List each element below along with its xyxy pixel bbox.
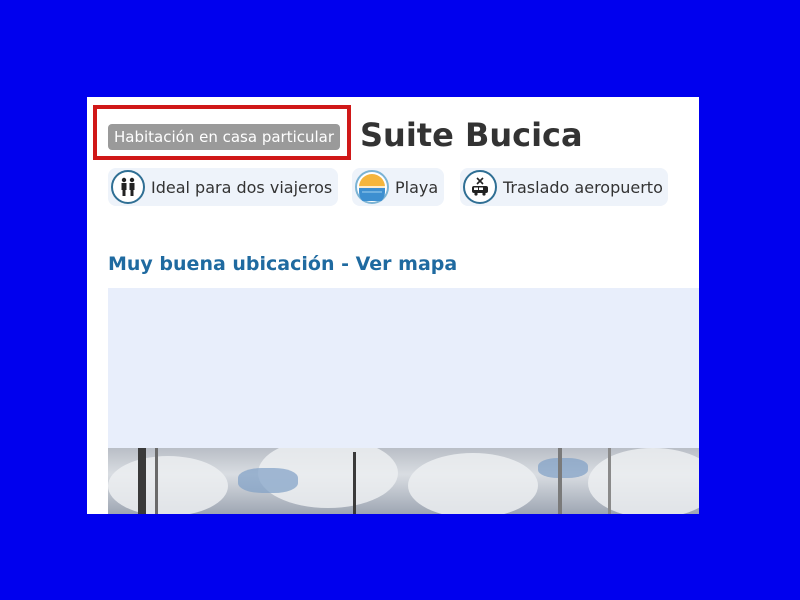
feature-two-travelers: Ideal para dos viajeros [108,168,338,206]
feature-beach: Playa [352,168,444,206]
listing-photo[interactable] [108,448,699,514]
map-area[interactable] [108,288,699,448]
feature-label: Traslado aeropuerto [503,177,663,197]
feature-airport-transfer: Traslado aeropuerto [460,168,668,206]
listing-title: Suite Bucica [360,116,583,154]
two-travelers-icon [111,170,145,204]
highlight-box [93,105,351,160]
airport-transfer-icon [463,170,497,204]
feature-list: Ideal para dos viajeros Playa Traslado a… [108,168,698,206]
listing-page: Habitación en casa particular Suite Buci… [87,97,699,514]
feature-label: Ideal para dos viajeros [151,177,333,197]
view-map-link[interactable]: Muy buena ubicación - Ver mapa [108,253,457,275]
feature-label: Playa [395,177,439,197]
beach-icon [355,170,389,204]
